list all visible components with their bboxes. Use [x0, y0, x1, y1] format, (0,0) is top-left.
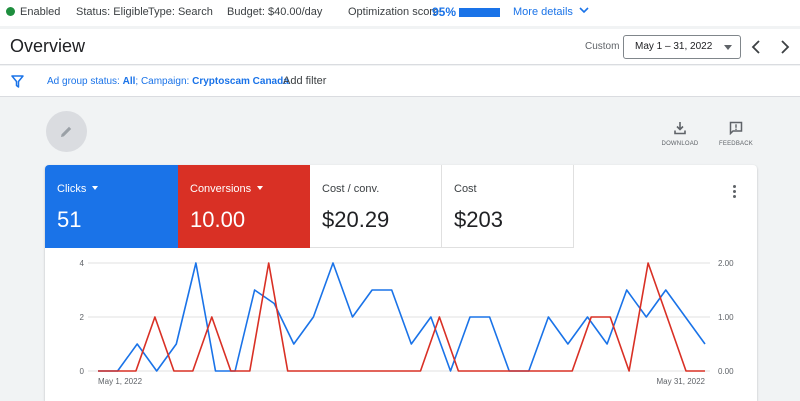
campaign-filter-key: ; Campaign:	[135, 76, 193, 87]
optimization-score-bar	[459, 8, 500, 17]
dropdown-caret-icon	[724, 45, 732, 50]
right-axis-tick-label: 0.00	[718, 367, 734, 376]
feedback-icon	[729, 121, 743, 135]
date-range-value: May 1 – 31, 2022	[635, 41, 713, 52]
x-axis-end-label: May 31, 2022	[657, 377, 706, 386]
page-title: Overview	[10, 36, 86, 56]
overview-header: Overview Custom May 1 – 31, 2022	[0, 29, 800, 65]
campaign-type: Type: Search	[148, 6, 213, 18]
left-axis-tick-label: 4	[80, 259, 85, 268]
add-filter-button[interactable]: Add filter	[283, 75, 326, 87]
left-axis-tick-label: 2	[80, 313, 85, 322]
right-axis-tick-label: 1.00	[718, 313, 734, 322]
more-details-link[interactable]: More details	[513, 6, 589, 18]
enabled-dot-icon	[6, 7, 15, 16]
ad-group-filter-key: Ad group status:	[47, 76, 123, 87]
left-axis-tick-label: 0	[80, 367, 85, 376]
feedback-label: FEEDBACK	[719, 141, 753, 147]
next-period-icon[interactable]	[776, 38, 794, 56]
filter-bar: Ad group status: All; Campaign: Cryptosc…	[0, 66, 800, 97]
ad-group-filter-value: All	[122, 76, 136, 87]
enabled-label: Enabled	[20, 6, 61, 18]
download-button[interactable]: DOWNLOAD	[658, 121, 702, 147]
chevron-down-icon	[579, 7, 589, 14]
performance-card: Clicks 51 Conversions 10.00 Cost / conv.…	[45, 165, 757, 401]
download-label: DOWNLOAD	[661, 141, 699, 147]
date-range-picker[interactable]: May 1 – 31, 2022	[623, 35, 741, 59]
edit-button[interactable]	[46, 111, 87, 152]
date-range-type-label: Custom	[585, 41, 620, 52]
more-details-label: More details	[513, 6, 573, 18]
x-axis-start-label: May 1, 2022	[98, 377, 143, 386]
feedback-button[interactable]: FEEDBACK	[714, 121, 758, 147]
eligibility-status: Status: Eligible	[76, 6, 149, 18]
optimization-score-label: Optimization score:	[348, 6, 443, 18]
download-icon	[674, 122, 686, 135]
right-axis-tick-label: 2.00	[718, 259, 734, 268]
enabled-status[interactable]: Enabled	[6, 6, 60, 18]
optimization-score-value: 95%	[432, 5, 457, 19]
active-filter-chip[interactable]: Ad group status: All; Campaign: Cryptosc…	[47, 76, 289, 87]
performance-chart: 0 2 4 0.00 1.00 2.00 May 1, 2022 May 31, 2022	[80, 259, 735, 386]
pencil-icon	[61, 126, 72, 137]
filter-icon[interactable]	[11, 75, 24, 88]
budget-info[interactable]: Budget: $40.00/day	[227, 6, 322, 18]
previous-period-icon[interactable]	[748, 38, 766, 56]
campaign-status-bar: Enabled Status: Eligible Type: Search Bu…	[0, 0, 800, 26]
campaign-filter-value: Cryptoscam Canada	[192, 76, 289, 87]
